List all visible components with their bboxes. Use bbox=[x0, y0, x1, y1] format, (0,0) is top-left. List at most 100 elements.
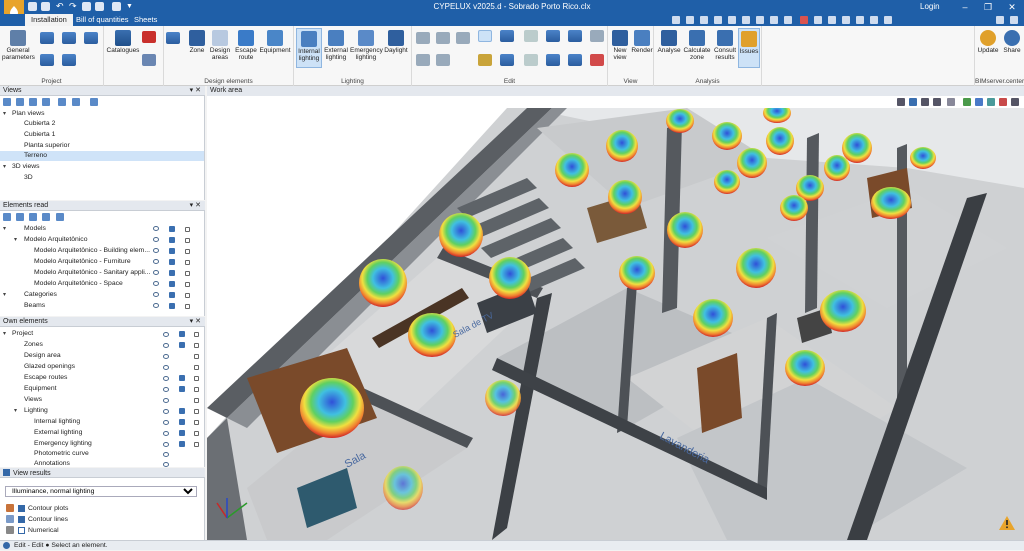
section-icon[interactable] bbox=[856, 16, 864, 24]
contour-plots-checkbox[interactable] bbox=[18, 505, 25, 512]
own-element-item[interactable]: Escape routes bbox=[24, 373, 67, 383]
visibility-eye-icon[interactable] bbox=[153, 281, 159, 286]
luminaire-photometric-solid[interactable] bbox=[824, 155, 850, 181]
luminaire-photometric-solid[interactable] bbox=[408, 313, 456, 357]
lighting-item[interactable]: Emergency lighting bbox=[34, 439, 92, 449]
luminaire-photometric-solid[interactable] bbox=[737, 148, 767, 178]
duplicate-icon[interactable] bbox=[524, 54, 538, 66]
visibility-eye-icon[interactable] bbox=[153, 248, 159, 253]
calculate-zone-button[interactable]: Calculate zone bbox=[682, 30, 712, 61]
tab-sheets[interactable]: Sheets bbox=[128, 14, 163, 26]
visibility-eye-icon[interactable] bbox=[153, 259, 159, 264]
lighting-item[interactable]: Photometric curve bbox=[34, 449, 89, 459]
zoom-window-icon[interactable] bbox=[686, 16, 694, 24]
luminaire-photometric-solid[interactable] bbox=[714, 170, 740, 194]
edit-view-icon[interactable] bbox=[29, 98, 37, 106]
filter-icon[interactable] bbox=[3, 213, 11, 221]
3d-viewport[interactable]: Sala de TV Sala Lavanderia bbox=[207, 108, 1024, 540]
layer-blue-icon[interactable] bbox=[975, 98, 983, 106]
edit-pencil-icon[interactable] bbox=[478, 30, 492, 42]
luminaire-photometric-solid[interactable] bbox=[693, 299, 733, 337]
tree-options-icon[interactable] bbox=[42, 213, 50, 221]
visibility-eye-icon[interactable] bbox=[153, 226, 159, 231]
orbit-icon[interactable] bbox=[714, 16, 722, 24]
model-item[interactable]: Modelo Arquitetônico - Building elem... bbox=[34, 246, 150, 256]
expand-icon[interactable]: ▾ bbox=[3, 109, 6, 119]
plan-view-item-selected[interactable]: Terreno bbox=[24, 151, 47, 161]
split-icon[interactable] bbox=[568, 54, 582, 66]
mirror-icon[interactable] bbox=[568, 30, 582, 42]
expand-icon[interactable]: ▾ bbox=[14, 406, 17, 416]
visibility-eye-icon[interactable] bbox=[163, 376, 169, 381]
luminaire-photometric-solid[interactable] bbox=[780, 195, 808, 221]
select-elements-icon[interactable] bbox=[166, 32, 180, 44]
3d-toggle-icon[interactable] bbox=[179, 419, 185, 425]
walk-icon[interactable] bbox=[756, 16, 764, 24]
zone-button[interactable]: Zone bbox=[184, 30, 210, 54]
camera-icon[interactable] bbox=[933, 98, 941, 106]
visibility-eye-icon[interactable] bbox=[163, 431, 169, 436]
luminaire-photometric-solid[interactable] bbox=[910, 147, 936, 169]
open-view-icon[interactable] bbox=[90, 98, 98, 106]
luminaire-photometric-solid[interactable] bbox=[383, 466, 423, 510]
model-item[interactable]: Modelo Arquitetônico - Sanitary appli... bbox=[34, 268, 150, 278]
align-points-icon[interactable] bbox=[416, 32, 430, 44]
numerical-checkbox[interactable] bbox=[18, 527, 25, 534]
array-icon[interactable] bbox=[456, 32, 470, 44]
lock-icon[interactable] bbox=[185, 227, 190, 232]
3d-toggle-icon[interactable] bbox=[169, 226, 175, 232]
3d-views-node[interactable]: 3D views bbox=[12, 162, 40, 172]
visibility-eye-icon[interactable] bbox=[163, 452, 169, 457]
3d-toggle-icon[interactable] bbox=[169, 292, 175, 298]
lock-icon[interactable] bbox=[185, 271, 190, 276]
collapse-all-icon[interactable] bbox=[29, 213, 37, 221]
lock-icon[interactable] bbox=[194, 376, 199, 381]
own-element-item[interactable]: Views bbox=[24, 395, 42, 405]
3d-toggle-icon[interactable] bbox=[179, 441, 185, 447]
view-mode-icon[interactable] bbox=[897, 98, 905, 106]
3d-toggle-icon[interactable] bbox=[169, 237, 175, 243]
distribute-icon[interactable] bbox=[436, 32, 450, 44]
general-parameters-button[interactable]: General parameters bbox=[2, 30, 35, 61]
settings-tree-icon[interactable] bbox=[56, 213, 64, 221]
luminaire-photometric-solid[interactable] bbox=[736, 248, 776, 288]
rotate-element-icon[interactable] bbox=[500, 54, 514, 66]
emergency-lighting-button[interactable]: Emergency lighting bbox=[350, 30, 383, 61]
luminaire-photometric-solid[interactable] bbox=[820, 290, 866, 332]
project-node[interactable]: Project bbox=[12, 329, 33, 339]
visibility-eye-icon[interactable] bbox=[153, 292, 159, 297]
own-element-item[interactable]: Equipment bbox=[24, 384, 57, 394]
luminaire-photometric-solid[interactable] bbox=[300, 378, 364, 438]
luminaire-photometric-solid[interactable] bbox=[359, 259, 407, 307]
design-areas-button[interactable]: Design areas bbox=[208, 30, 232, 61]
transparency-icon[interactable] bbox=[947, 98, 955, 106]
lock-icon[interactable] bbox=[185, 293, 190, 298]
measure-icon[interactable] bbox=[842, 16, 850, 24]
3d-toggle-icon[interactable] bbox=[179, 375, 185, 381]
luminaire-photometric-solid[interactable] bbox=[842, 133, 872, 163]
luminaire-catalogue-icon[interactable] bbox=[142, 54, 156, 66]
visibility-eye-icon[interactable] bbox=[163, 387, 169, 392]
daylight-button[interactable]: Daylight bbox=[382, 30, 410, 54]
visibility-eye-icon[interactable] bbox=[163, 343, 169, 348]
rotate-icon[interactable] bbox=[742, 16, 750, 24]
center-icon[interactable] bbox=[784, 16, 792, 24]
lock-icon[interactable] bbox=[194, 387, 199, 392]
lock-icon[interactable] bbox=[185, 238, 190, 243]
refresh-icon[interactable] bbox=[870, 16, 878, 24]
3d-toggle-icon[interactable] bbox=[169, 270, 175, 276]
visibility-eye-icon[interactable] bbox=[153, 237, 159, 242]
visibility-eye-icon[interactable] bbox=[163, 442, 169, 447]
layer-green-icon[interactable] bbox=[963, 98, 971, 106]
path-array-icon[interactable] bbox=[436, 54, 450, 66]
snap-move-icon[interactable] bbox=[546, 30, 560, 42]
library-icon[interactable] bbox=[142, 31, 156, 43]
up-view-icon[interactable] bbox=[58, 98, 66, 106]
expand-icon[interactable]: ▾ bbox=[3, 224, 6, 234]
3d-toggle-icon[interactable] bbox=[179, 331, 185, 337]
category-item[interactable]: Beams bbox=[24, 301, 45, 311]
luminaire-photometric-solid[interactable] bbox=[666, 109, 694, 133]
layers-icon[interactable] bbox=[800, 16, 808, 24]
expand-icon[interactable]: ▾ bbox=[3, 290, 6, 300]
own-elements-controls[interactable]: ▾ ✕ bbox=[190, 317, 201, 327]
